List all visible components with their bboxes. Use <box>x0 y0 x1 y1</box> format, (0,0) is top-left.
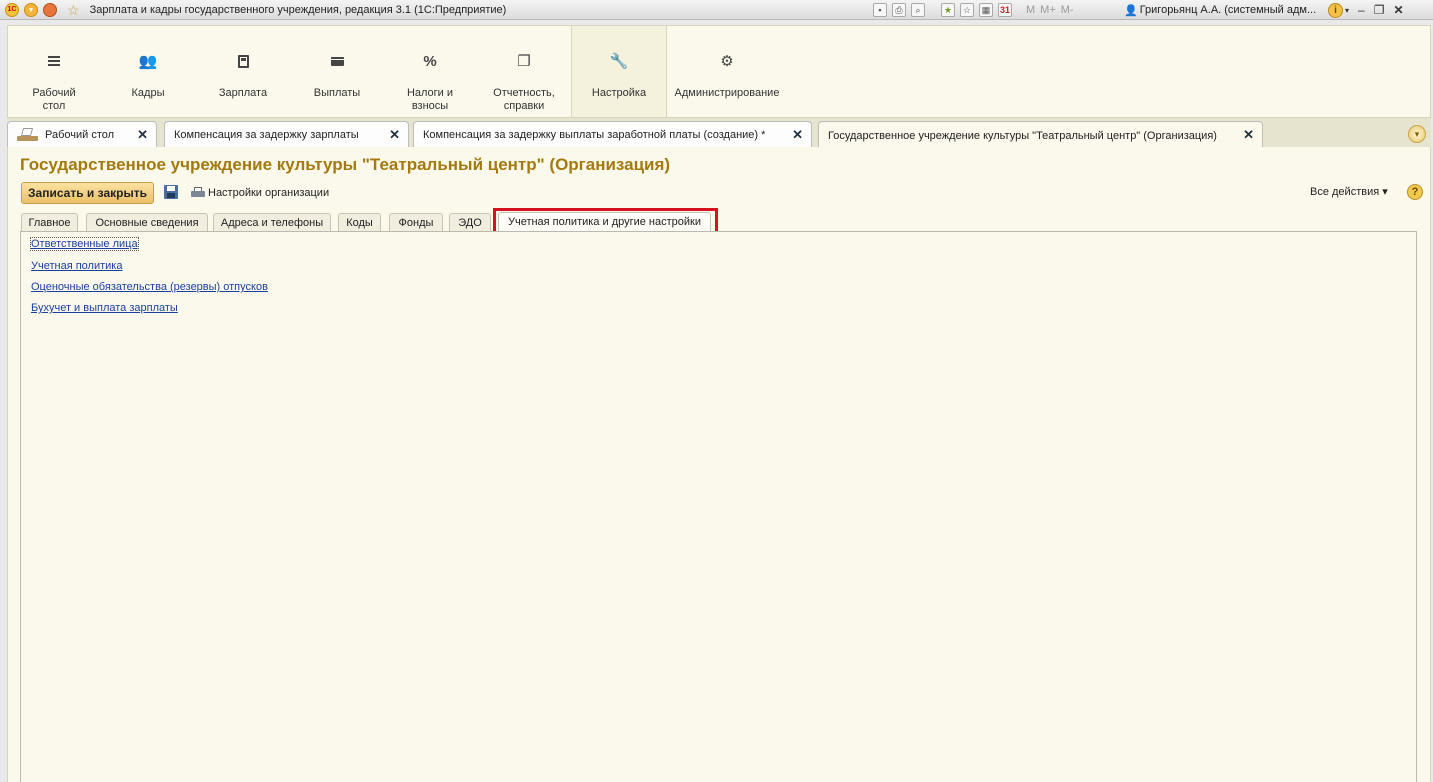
organization-form: Государственное учреждение культуры "Теа… <box>7 147 1431 782</box>
calculator-icon <box>203 50 283 72</box>
link-responsible-persons[interactable]: Ответственные лица <box>30 237 139 251</box>
wrench-icon: 🔧 <box>609 52 629 70</box>
all-actions-button[interactable]: Все действия ▾ <box>1310 185 1388 198</box>
favorites-star-icon[interactable]: ☆ <box>67 3 80 17</box>
tab-addresses-phones[interactable]: Адреса и телефоны <box>213 213 331 231</box>
gear-icon: ⚙ <box>720 52 734 70</box>
memory-minus-button[interactable]: M- <box>1061 4 1074 16</box>
info-dropdown-icon[interactable]: ▾ <box>1345 6 1349 15</box>
section-reports[interactable]: ❐ Отчетность, справки <box>480 26 568 118</box>
section-payments[interactable]: Выплаты <box>297 26 377 118</box>
window-controls: i ▾ – ❐ ✕ <box>1328 0 1404 20</box>
tab-funds[interactable]: Фонды <box>389 213 443 231</box>
close-tab-icon[interactable]: ✕ <box>137 128 148 141</box>
close-tab-icon[interactable]: ✕ <box>1243 128 1254 141</box>
section-hr[interactable]: 👥 Кадры <box>108 26 188 118</box>
section-salary[interactable]: Зарплата <box>203 26 283 118</box>
link-accounting-payroll[interactable]: Бухучет и выплата зарплаты <box>31 302 178 314</box>
minimize-icon[interactable]: – <box>1358 3 1365 17</box>
close-tab-icon[interactable]: ✕ <box>389 128 400 141</box>
tab-organization[interactable]: Государственное учреждение культуры "Теа… <box>818 121 1263 149</box>
tabs-list-dropdown-icon[interactable]: ▾ <box>1408 125 1426 143</box>
calculator-icon[interactable]: ▦ <box>979 3 993 17</box>
menu-lines-icon <box>14 50 94 72</box>
help-icon[interactable]: ? <box>1407 184 1423 200</box>
tab-basic-info[interactable]: Основные сведения <box>86 213 208 231</box>
tab-compensation-salary[interactable]: Компенсация за задержку зарплаты ✕ <box>164 121 409 148</box>
add-favorite-icon[interactable]: ★ <box>941 3 955 17</box>
close-icon[interactable]: ✕ <box>1393 3 1403 17</box>
percent-icon: % <box>423 52 437 70</box>
preview-icon[interactable]: ⌕ <box>911 3 925 17</box>
1c-logo-icon[interactable]: 1C <box>5 2 19 17</box>
calendar-icon[interactable]: 31 <box>998 3 1012 17</box>
section-taxes[interactable]: % Налоги и взносы <box>390 26 470 118</box>
save-and-close-button[interactable]: Записать и закрыть <box>21 182 154 204</box>
main-menu-icon[interactable]: ▾ <box>24 2 38 17</box>
link-accounting-policy[interactable]: Учетная политика <box>31 260 122 272</box>
tab-desktop[interactable]: Рабочий стол ✕ <box>7 121 157 148</box>
info-icon[interactable]: i <box>1328 2 1343 18</box>
save-icon[interactable] <box>164 185 178 199</box>
people-icon: 👥 <box>138 52 158 70</box>
documents-icon: ❐ <box>517 52 531 70</box>
sections-panel: Рабочий стол 👥 Кадры Зарплата Выплаты % … <box>7 25 1431 118</box>
section-administration[interactable]: ⚙ Администрирование <box>672 26 782 118</box>
printer-icon <box>191 187 205 199</box>
close-tab-icon[interactable]: ✕ <box>792 128 803 141</box>
current-user[interactable]: 👤 Григорьянц А.А. (системный адм... <box>1124 0 1316 20</box>
section-settings[interactable]: 🔧 Настройка <box>571 26 667 118</box>
save-icon[interactable]: ▪ <box>873 3 887 17</box>
section-desktop[interactable]: Рабочий стол <box>14 26 94 118</box>
open-windows-bar: Рабочий стол ✕ Компенсация за задержку з… <box>7 117 1431 149</box>
desk-icon <box>16 126 38 144</box>
title-toolbar: ▪ ⎙ ⌕ ★ ☆ ▦ 31 M M+ M- <box>873 0 1074 20</box>
user-icon: 👤 <box>1124 4 1138 17</box>
window-title: Зарплата и кадры государственного учрежд… <box>89 3 507 16</box>
tab-codes[interactable]: Коды <box>338 213 381 231</box>
favorites-icon[interactable]: ☆ <box>960 3 974 17</box>
memory-plus-button[interactable]: M+ <box>1040 4 1056 16</box>
link-vacation-reserves[interactable]: Оценочные обязательства (резервы) отпуск… <box>31 281 268 293</box>
history-icon[interactable] <box>43 2 57 17</box>
tab-content-panel: Ответственные лица Учетная политика Оцен… <box>20 231 1417 782</box>
print-icon[interactable]: ⎙ <box>892 3 906 17</box>
tab-edo[interactable]: ЭДО <box>449 213 491 231</box>
restore-icon[interactable]: ❐ <box>1374 3 1385 17</box>
tab-main[interactable]: Главное <box>21 213 78 231</box>
page-title: Государственное учреждение культуры "Теа… <box>20 155 671 174</box>
wallet-icon <box>297 50 377 72</box>
tab-compensation-create[interactable]: Компенсация за задержку выплаты заработн… <box>413 121 812 148</box>
memory-m-button[interactable]: M <box>1026 4 1035 16</box>
organization-settings-button[interactable]: Настройки организации <box>191 184 329 202</box>
